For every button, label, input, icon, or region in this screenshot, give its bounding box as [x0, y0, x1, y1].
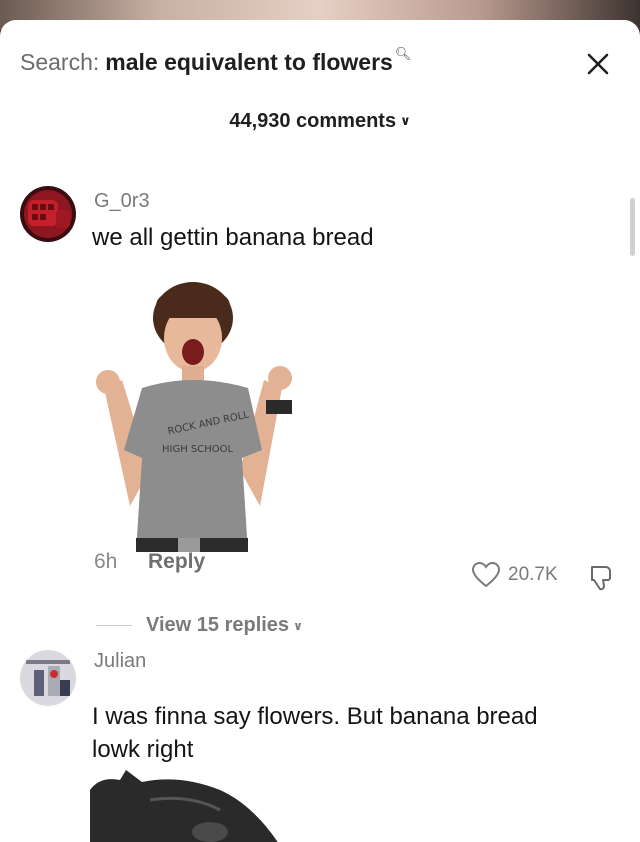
view-replies-button[interactable]: View 15 replies ∨	[96, 614, 303, 637]
view-replies-label: View 15 replies	[146, 614, 290, 636]
comment-text: I was finna say flowers. But banana brea…	[92, 700, 612, 766]
replies-divider	[96, 625, 132, 626]
chevron-down-icon: ∨	[293, 618, 303, 633]
like-button[interactable]: 20.7K	[472, 562, 558, 588]
comment-sticker-image	[90, 770, 278, 842]
comment-text-line: lowk right	[92, 736, 194, 763]
comment-sticker-image: ROCK AND ROLL HIGH SCHOOL	[96, 282, 292, 552]
reply-button[interactable]: Reply	[148, 550, 205, 574]
close-icon[interactable]	[584, 50, 612, 78]
comment-username[interactable]: Julian	[94, 650, 146, 673]
comment-text: we all gettin banana bread	[92, 224, 374, 251]
heart-icon[interactable]	[472, 562, 500, 588]
comments-sheet: Search: male equivalent to flowers 🔍︎ 44…	[0, 20, 640, 842]
dislike-icon[interactable]	[586, 564, 616, 592]
comment-count[interactable]: 44,930 comments ∨	[0, 110, 640, 133]
comment-count-label: 44,930 comments	[229, 110, 397, 132]
like-count: 20.7K	[508, 564, 558, 585]
svg-text:HIGH SCHOOL: HIGH SCHOOL	[162, 444, 234, 455]
search-query[interactable]: male equivalent to flowers	[105, 49, 393, 76]
search-icon[interactable]: 🔍︎	[395, 46, 412, 62]
chevron-down-icon: ∨	[400, 113, 411, 128]
comment-time: 6h	[94, 550, 118, 573]
avatar[interactable]	[20, 186, 76, 242]
avatar[interactable]	[20, 650, 76, 706]
search-prefix: Search:	[20, 48, 100, 75]
scrollbar[interactable]	[630, 198, 635, 256]
comment-text-line: I was finna say flowers. But banana brea…	[92, 703, 538, 730]
comment-username[interactable]: G_0r3	[94, 190, 150, 213]
search-header[interactable]: Search: male equivalent to flowers 🔍︎	[20, 46, 412, 76]
